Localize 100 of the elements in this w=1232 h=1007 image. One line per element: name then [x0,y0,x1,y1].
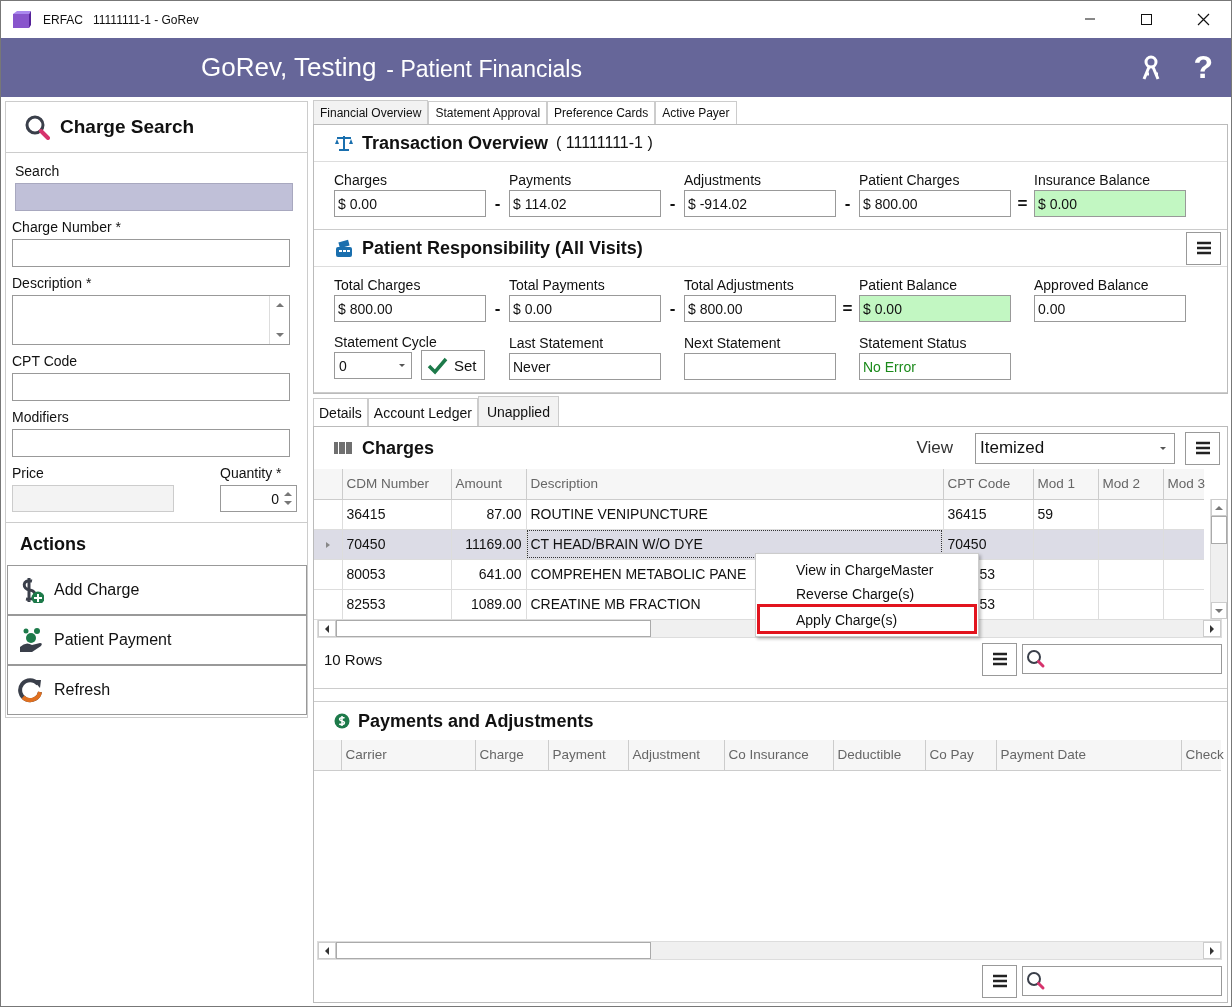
scroll-right-icon[interactable] [1209,945,1215,956]
checkmark-icon [427,355,448,375]
operator: - [669,193,676,214]
cycle-dropdown[interactable]: 0 [334,352,412,379]
table-cell: ROUTINE VENIPUNCTURE [530,506,708,522]
quantity-spinner[interactable]: 0 [220,485,297,512]
decrement-icon[interactable] [283,500,293,506]
field-label: Charge Number * [12,219,122,235]
value-field: $ -914.02 [684,190,836,217]
operator: - [494,193,501,214]
tab[interactable]: Details [313,398,368,426]
hand-coins-icon [18,627,44,653]
view-dropdown[interactable]: Itemized [975,432,1175,464]
field-label: Patient Charges [859,172,961,188]
scrollbar-thumb[interactable] [336,942,651,959]
vertical-scrollbar[interactable] [1210,499,1227,619]
tab[interactable]: Account Ledger [367,398,478,426]
input-field[interactable] [12,239,290,267]
column-header[interactable]: Payment [548,740,628,770]
tab[interactable]: Financial Overview [313,100,429,124]
scroll-left-icon[interactable] [324,623,330,634]
input-field[interactable] [12,373,290,401]
operator: - [844,193,851,214]
field-label: View [916,438,953,458]
search-field[interactable] [15,183,293,211]
action-button[interactable]: Refresh [7,665,307,715]
tab[interactable]: Statement Approval [428,101,548,124]
field-label: Approved Balance [1034,277,1150,293]
column-header[interactable]: Co Pay [925,740,996,770]
search-icon [1026,971,1046,991]
close-icon[interactable] [1197,12,1211,27]
action-button[interactable]: Patient Payment [7,615,307,665]
table-cell: 11169.00 [465,536,522,552]
value-field: 0.00 [1034,295,1186,322]
scroll-down-icon[interactable] [1214,607,1224,614]
scrollbar-thumb[interactable] [1211,516,1227,544]
field-label: Total Charges [334,277,422,293]
column-header[interactable]: CPT Code [943,469,1033,499]
search-icon [24,114,50,140]
scroll-down-icon[interactable] [274,332,285,338]
section-title: Payments and Adjustments [358,710,594,732]
column-header[interactable]: Mod 2 [1098,469,1163,499]
column-header[interactable]: Description [526,469,943,499]
scroll-up-icon[interactable] [1214,504,1224,511]
scroll-left-icon[interactable] [324,945,330,956]
column-header[interactable]: Amount [451,469,526,499]
scroll-right-icon[interactable] [1209,623,1215,634]
table-cell: 70450 [947,536,987,552]
menu-item[interactable]: View in ChargeMaster [757,556,977,580]
value-field: Never [509,353,661,380]
column-header[interactable]: Co Insurance [724,740,833,770]
scales-icon [334,134,354,152]
column-header[interactable]: Adjustment [628,740,724,770]
column-header[interactable]: Charge [475,740,548,770]
tab[interactable]: Unapplied [477,396,559,426]
table-row[interactable]: 36415 87.00 ROUTINE VENIPUNCTURE 36415 59 [314,499,1204,529]
window-title: ERFAC 11111111-1 - GoRev [43,12,199,27]
maximize-icon[interactable] [1140,12,1154,27]
field-label: Adjustments [684,172,763,188]
menu-button[interactable] [1185,431,1220,465]
column-header[interactable]: Deductible [833,740,925,770]
menu-button[interactable] [982,642,1017,676]
text-area[interactable] [12,295,290,345]
value-field: $ 0.00 [1034,190,1186,217]
search-field[interactable] [1022,966,1222,996]
patient-name: GoRev, Testing [201,52,377,83]
field-label: Charges [334,172,388,188]
help-button[interactable]: ? [1193,49,1213,86]
menu-icon [990,973,1009,989]
column-header[interactable]: Payment Date [996,740,1181,770]
menu-button[interactable] [1186,231,1221,265]
search-icon [1026,649,1046,669]
tab[interactable]: Active Payer [655,101,737,124]
operator: = [1017,193,1028,214]
scrollbar-thumb[interactable] [336,620,651,637]
scroll-up-icon[interactable] [274,302,285,308]
field-label: Description * [12,275,93,291]
value-field: $ 0.00 [509,295,661,322]
field-label: Modifiers [12,409,70,425]
column-header[interactable]: Carrier [341,740,475,770]
column-header[interactable]: Mod 3 [1163,469,1204,499]
section-title: Patient Responsibility (All Visits) [362,237,643,259]
column-header[interactable]: Mod 1 [1033,469,1098,499]
value-field: $ 0.00 [334,190,486,217]
set-button[interactable]: Set [421,350,485,380]
column-header[interactable]: CDM Number [342,469,451,499]
input-field[interactable] [12,429,290,457]
menu-icon [990,651,1009,667]
row-pointer-icon [324,541,331,549]
tab[interactable]: Preference Cards [547,101,656,124]
search-field[interactable] [1022,644,1222,674]
increment-icon[interactable] [283,491,293,497]
horizontal-scrollbar[interactable] [317,941,1222,960]
action-button[interactable]: Add Charge [7,565,307,615]
menu-item[interactable]: Apply Charge(s) [757,604,977,634]
table-cell: COMPREHEN METABOLIC PANE [530,566,747,582]
app-icon [11,10,31,29]
table-cell: 80053 [346,566,386,582]
table-row[interactable]: 70450 11169.00 CT HEAD/BRAIN W/O DYE 70450 [314,529,1204,559]
menu-button[interactable] [982,964,1017,998]
